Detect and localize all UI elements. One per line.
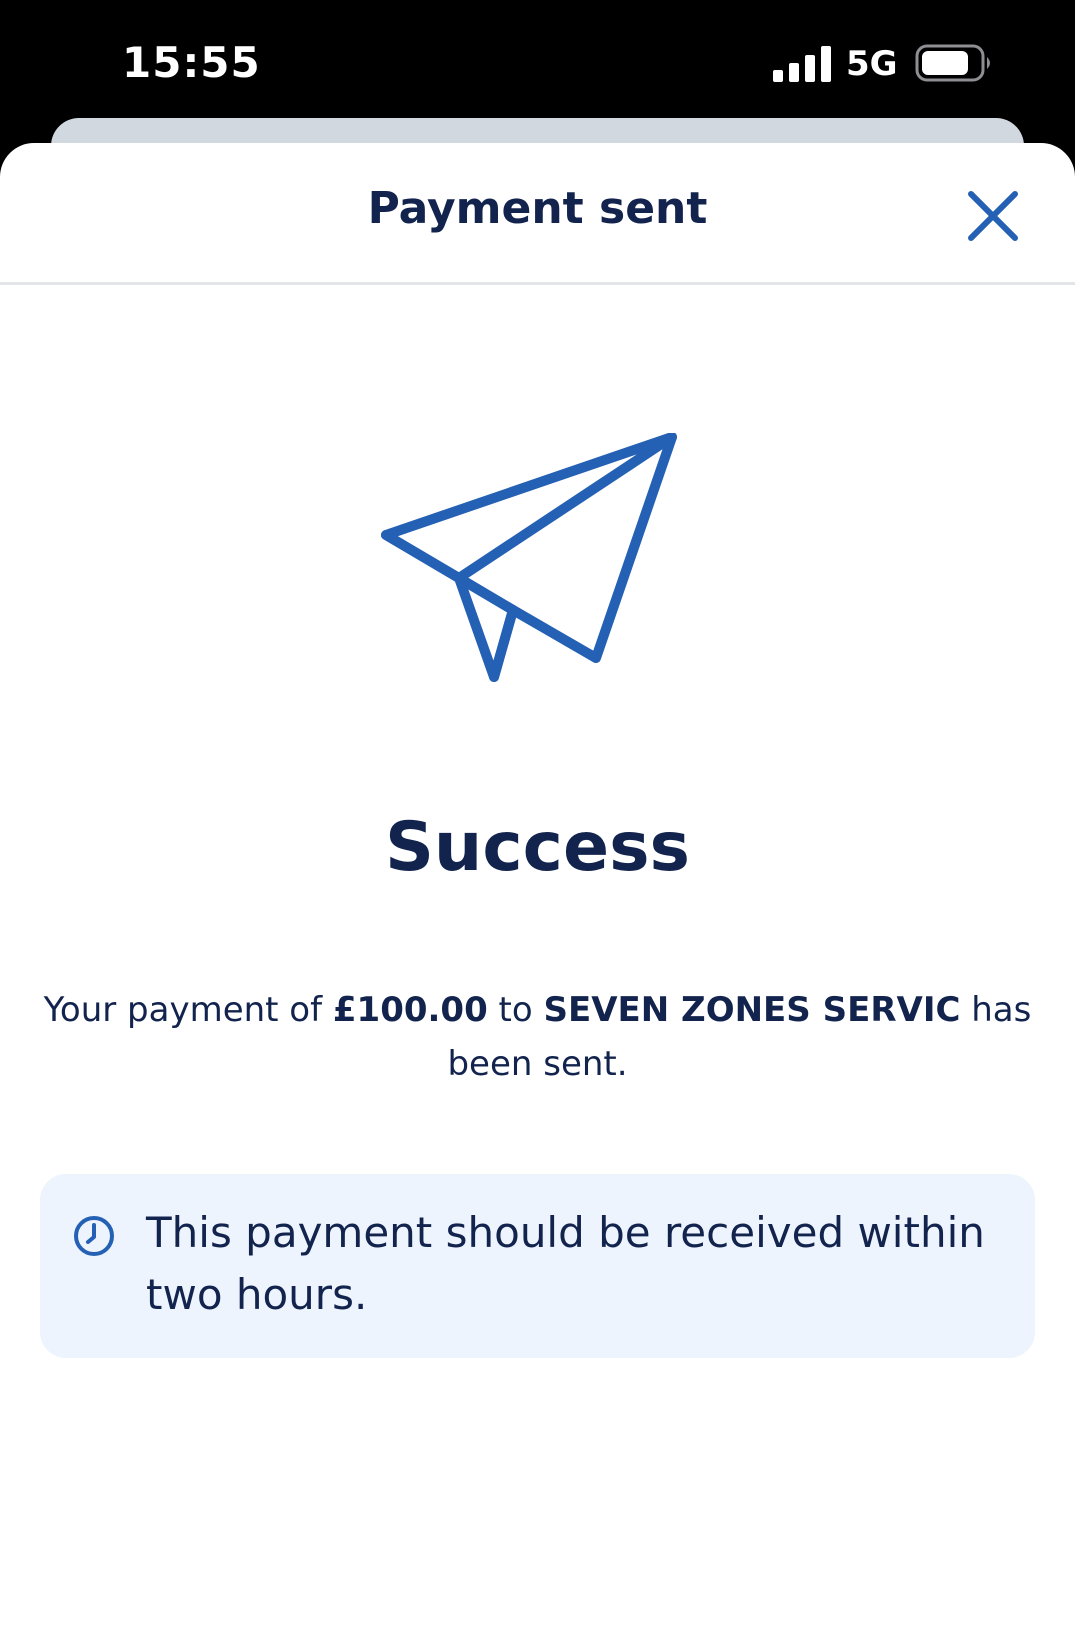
info-text: This payment should be received within t… [146, 1208, 985, 1319]
close-button[interactable] [962, 185, 1024, 247]
message-middle: to [487, 990, 544, 1030]
success-heading: Success [384, 808, 691, 887]
paper-plane-icon [381, 433, 677, 682]
status-time: 15:55 [122, 38, 261, 87]
payee-name: SEVEN ZONES SERVIC [543, 990, 961, 1030]
battery-icon [915, 44, 990, 82]
status-bar: 15:55 5G [0, 0, 1075, 125]
sheet-header: Payment sent [0, 143, 1075, 285]
payment-sent-sheet: Payment sent Success Your payment of £10… [0, 143, 1075, 1643]
confirmation-message: Your payment of £100.00 to SEVEN ZONES S… [40, 983, 1035, 1091]
cellular-signal-icon [773, 46, 831, 82]
clock-icon [74, 1216, 114, 1256]
network-label: 5G [846, 44, 898, 84]
close-icon [968, 191, 1018, 241]
payment-amount: £100.00 [332, 990, 488, 1030]
page-title: Payment sent [367, 183, 708, 234]
message-prefix: Your payment of [43, 990, 333, 1030]
info-banner: This payment should be received within t… [40, 1174, 1035, 1358]
